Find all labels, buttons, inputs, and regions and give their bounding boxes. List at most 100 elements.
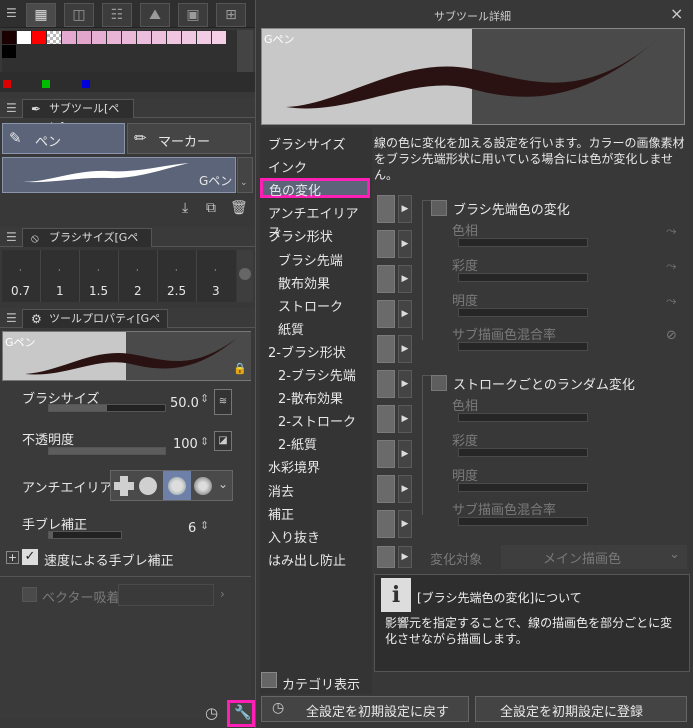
group-checkbox[interactable] (431, 375, 447, 391)
group-checkbox[interactable] (431, 200, 447, 216)
play-icon[interactable]: ▶ (398, 230, 412, 258)
sub-tool-detail-button[interactable]: 🔧 (227, 700, 255, 727)
chevron-down-icon[interactable]: ⌄ (240, 178, 248, 188)
pressure-icon[interactable]: ⤳ (666, 224, 676, 239)
play-icon[interactable]: ▶ (398, 475, 412, 503)
setting-slider[interactable] (458, 308, 588, 317)
pressure-icon[interactable]: ⤳ (666, 294, 676, 309)
influence-button[interactable] (377, 510, 395, 538)
category-item[interactable]: ストローク (262, 294, 370, 315)
chevron-down-icon[interactable]: ⌄ (218, 477, 228, 491)
menu-icon[interactable]: ☰ (6, 101, 17, 115)
red-marker[interactable] (3, 80, 11, 88)
influence-button[interactable] (377, 300, 395, 328)
pressure-icon[interactable]: ≋ (214, 389, 232, 415)
category-item[interactable]: 入り抜き (262, 525, 370, 546)
swatch[interactable] (62, 31, 76, 44)
play-icon[interactable]: ▶ (398, 440, 412, 468)
sub-tool-marker[interactable]: ✏ マーカー (127, 123, 251, 154)
influence-button[interactable] (377, 405, 395, 433)
antialias-selector[interactable]: ⌄ (110, 470, 233, 501)
history-tab-icon[interactable]: ◫ (64, 3, 94, 27)
antialias-weak-icon[interactable] (139, 477, 157, 495)
navigator-tab-icon[interactable]: ⛰ (140, 3, 170, 27)
material-tab-icon[interactable]: ⊞ (216, 3, 246, 27)
chevron-down-icon[interactable]: ⌄ (669, 547, 680, 562)
brush-size-slider[interactable] (48, 404, 166, 412)
influence-button[interactable] (377, 475, 395, 503)
swatch[interactable] (17, 31, 31, 44)
category-item[interactable]: 2-ストローク (262, 409, 370, 430)
play-icon[interactable]: ▶ (398, 510, 412, 538)
reset-all-button[interactable]: ◷ 全設定を初期設定に戻す (261, 696, 469, 722)
setting-slider[interactable] (458, 413, 588, 422)
play-icon[interactable]: ▶ (398, 335, 412, 363)
influence-button[interactable] (377, 440, 395, 468)
swatch[interactable] (32, 31, 46, 44)
menu-icon[interactable]: ☰ (6, 311, 17, 325)
brush-size-scrollbar[interactable] (237, 250, 253, 302)
influence-button[interactable] (377, 370, 395, 398)
play-icon[interactable]: ▶ (398, 195, 412, 223)
swatch[interactable] (77, 31, 91, 44)
brush-size-cell[interactable]: · 2 (119, 250, 158, 302)
swatch[interactable] (182, 31, 196, 44)
category-item[interactable]: 2-紙質 (262, 432, 370, 453)
category-item[interactable]: 消去 (262, 479, 370, 500)
category-item[interactable]: 2-ブラシ形状 (262, 340, 370, 361)
swatch[interactable] (137, 31, 151, 44)
swatch[interactable] (2, 31, 16, 44)
close-icon[interactable]: × (670, 4, 683, 23)
swatch[interactable] (152, 31, 166, 44)
change-target-select[interactable]: メイン描画色 ⌄ (501, 545, 687, 569)
register-all-button[interactable]: 全設定を初期設定に登録 (475, 696, 687, 722)
category-item[interactable]: はみ出し防止 (262, 548, 370, 569)
scroll-thumb[interactable] (239, 268, 251, 280)
play-icon[interactable]: ▶ (398, 546, 412, 568)
swatch[interactable] (167, 31, 181, 44)
setting-slider[interactable] (458, 238, 588, 247)
stabilization-slider[interactable] (48, 531, 122, 539)
category-item[interactable]: インク (262, 155, 370, 176)
setting-slider[interactable] (458, 273, 588, 282)
category-item[interactable]: ブラシ先端 (262, 248, 370, 269)
swatch[interactable] (212, 31, 226, 44)
pressure-icon[interactable]: ⤳ (666, 259, 676, 274)
antialias-strong-icon[interactable] (194, 477, 212, 495)
category-item[interactable]: 補正 (262, 502, 370, 523)
swatch[interactable] (122, 31, 136, 44)
brush-size-tab[interactable]: ⦸ ブラシサイズ[Gペン] (22, 228, 152, 262)
category-item[interactable]: 水彩境界 (262, 455, 370, 476)
swatch[interactable] (197, 31, 211, 44)
stepper-icon[interactable]: ⇕ (200, 392, 209, 405)
play-icon[interactable]: ▶ (398, 405, 412, 433)
import-icon[interactable]: ⤓ (182, 200, 188, 216)
play-icon[interactable]: ▶ (398, 370, 412, 398)
play-icon[interactable]: ▶ (398, 300, 412, 328)
color-set-tab-icon[interactable]: ▦ (26, 3, 56, 27)
setting-slider[interactable] (458, 342, 588, 351)
tool-property-tab[interactable]: ⚙ ツールプロパティ[Gペン] (22, 309, 168, 343)
setting-slider[interactable] (458, 483, 588, 492)
sub-tool-scrollbar[interactable]: ⌄ (237, 157, 253, 193)
influence-button[interactable] (377, 335, 395, 363)
sub-tool-tab[interactable]: ✒ サブツール[ペン] (22, 99, 134, 133)
category-item[interactable]: 2-ブラシ先端 (262, 363, 370, 384)
brush-size-cell[interactable]: · 1 (41, 250, 80, 302)
stepper-icon[interactable]: ⇕ (200, 519, 209, 532)
brush-preview-item[interactable]: Gペン (2, 157, 236, 193)
influence-button[interactable] (377, 546, 395, 568)
layer-tab-icon[interactable]: ▣ (178, 3, 208, 27)
setting-slider[interactable] (458, 517, 588, 526)
influence-button[interactable] (377, 195, 395, 223)
brush-size-cell[interactable]: · 2.5 (158, 250, 197, 302)
antialias-none-icon[interactable] (114, 476, 134, 496)
brush-size-cell[interactable]: · 1.5 (80, 250, 119, 302)
lock-icon[interactable]: 🔒 (233, 362, 247, 375)
brush-size-cell[interactable]: · 0.7 (2, 250, 41, 302)
sub-tool-pen[interactable]: ✎ ペン (2, 123, 125, 154)
brush-size-cell[interactable]: · 3 (197, 250, 236, 302)
blue-marker[interactable] (82, 80, 90, 88)
green-marker[interactable] (42, 80, 50, 88)
category-item[interactable]: アンチエイリアス (262, 201, 370, 241)
